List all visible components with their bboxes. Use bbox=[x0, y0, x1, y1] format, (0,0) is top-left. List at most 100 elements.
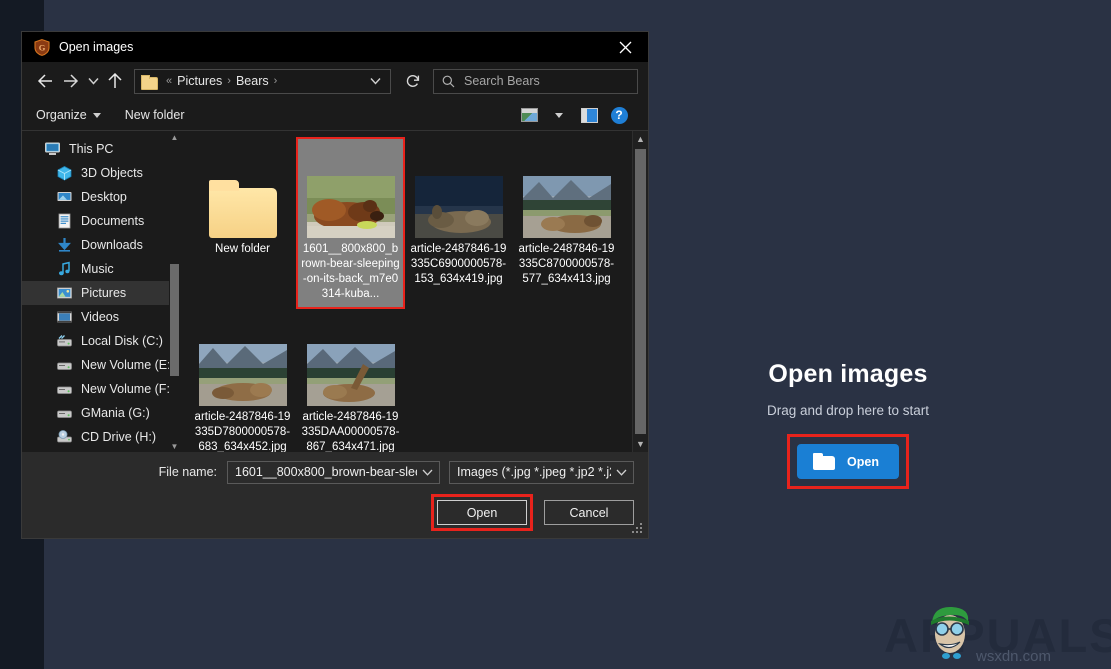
image-thumbnail bbox=[303, 311, 398, 406]
open-button-label: Open bbox=[847, 454, 879, 469]
sidebar-item-3d-objects[interactable]: 3D Objects bbox=[22, 161, 170, 185]
sidebar-item-label: Videos bbox=[81, 310, 119, 324]
sidebar-item-label: Pictures bbox=[81, 286, 127, 300]
close-icon[interactable] bbox=[602, 32, 648, 62]
chevron-down-icon[interactable] bbox=[364, 77, 386, 85]
chevron-down-icon[interactable]: ▼ bbox=[633, 436, 648, 452]
file-type-select[interactable]: Images (*.jpg *.jpeg *.jp2 *.j2k * bbox=[449, 460, 634, 484]
sidebar-item-local-disk-c[interactable]: Local Disk (C:) bbox=[22, 329, 170, 353]
sidebar-item-label: GMania (G:) bbox=[81, 406, 150, 420]
dialog-title: Open images bbox=[59, 40, 134, 54]
sidebar-item-label: New Volume (F:) bbox=[81, 382, 175, 396]
sidebar-item-label: New Volume (E:) bbox=[81, 358, 175, 372]
help-icon[interactable]: ? bbox=[604, 101, 634, 129]
organize-menu[interactable]: Organize bbox=[36, 108, 111, 122]
image-thumbnail bbox=[411, 143, 506, 238]
back-button[interactable] bbox=[32, 68, 58, 94]
drive-icon bbox=[56, 357, 73, 373]
drop-hint-text: Drag and drop here to start bbox=[766, 403, 930, 418]
watermark-site: wsxdn.com bbox=[976, 648, 1052, 665]
list-item[interactable]: New folder bbox=[190, 139, 295, 307]
downloads-icon bbox=[56, 237, 73, 253]
sidebar-item-label: Local Disk (C:) bbox=[81, 334, 163, 348]
list-item[interactable]: article-2487846-19335D7800000578-683_634… bbox=[190, 307, 295, 452]
resize-grip-icon[interactable] bbox=[632, 523, 644, 535]
open-button-highlight: Open bbox=[787, 434, 909, 489]
sidebar-item-gmania-g[interactable]: GMania (G:) bbox=[22, 401, 170, 425]
address-bar[interactable]: « Pictures › Bears › bbox=[134, 68, 391, 94]
filename-label: File name: bbox=[158, 465, 217, 479]
navpane-scrollbar[interactable]: ▲ ▼ bbox=[169, 131, 180, 452]
chevron-down-icon[interactable] bbox=[417, 469, 437, 476]
file-list-scrollbar[interactable]: ▲ ▼ bbox=[632, 131, 648, 452]
drop-panel: Open images Drag and drop here to start … bbox=[648, 360, 1048, 489]
refresh-icon[interactable] bbox=[399, 69, 427, 94]
sidebar-item-downloads[interactable]: Downloads bbox=[22, 233, 170, 257]
sidebar-item-desktop[interactable]: Desktop bbox=[22, 185, 170, 209]
list-item-selected[interactable]: 1601__800x800_brown-bear-sleeping-on-its… bbox=[296, 137, 405, 309]
file-type-value: Images (*.jpg *.jpeg *.jp2 *.j2k * bbox=[457, 465, 611, 479]
recent-locations-icon[interactable] bbox=[84, 68, 102, 94]
folder-icon bbox=[195, 143, 290, 238]
chevron-right-icon: › bbox=[227, 75, 231, 87]
sidebar-item-documents[interactable]: Documents bbox=[22, 209, 170, 233]
svg-text:G: G bbox=[39, 42, 46, 52]
filename-value: 1601__800x800_brown-bear-sleeping· bbox=[235, 465, 417, 479]
sidebar-item-new-volume-e[interactable]: New Volume (E:) bbox=[22, 353, 175, 377]
list-item[interactable]: article-2487846-19335C6900000578-153_634… bbox=[406, 139, 511, 307]
sidebar-item-label: CD Drive (H:) bbox=[81, 430, 156, 444]
sidebar-item-new-volume-f[interactable]: New Volume (F:) bbox=[22, 377, 174, 401]
chevron-down-icon bbox=[92, 112, 101, 118]
filename-row: File name: 1601__800x800_brown-bear-slee… bbox=[22, 452, 648, 492]
navigation-pane: This PC 3D Objects Desktop Documents Dow… bbox=[22, 131, 180, 452]
forward-button[interactable] bbox=[58, 68, 84, 94]
organize-label: Organize bbox=[36, 108, 87, 122]
file-list[interactable]: New folder 1601__800x800_brown-bear-slee… bbox=[180, 131, 648, 452]
sidebar-item-label: Documents bbox=[81, 214, 145, 228]
dialog-navigation-bar: « Pictures › Bears › Search Bears bbox=[22, 62, 648, 100]
list-item[interactable]: article-2487846-19335DAA00000578-867_634… bbox=[298, 307, 403, 452]
command-bar-right-group: ? bbox=[514, 101, 634, 129]
chevron-down-icon[interactable] bbox=[611, 469, 631, 476]
filename-input[interactable]: 1601__800x800_brown-bear-sleeping· bbox=[227, 460, 440, 484]
breadcrumb-pictures[interactable]: Pictures bbox=[177, 74, 222, 88]
chevron-right-icon: › bbox=[273, 75, 278, 87]
open-images-button[interactable]: Open bbox=[797, 444, 899, 479]
list-item[interactable]: article-2487846-19335C8700000578-577_634… bbox=[514, 139, 619, 307]
chevron-down-icon[interactable]: ▼ bbox=[169, 440, 180, 452]
sidebar-item-music[interactable]: Music bbox=[22, 257, 170, 281]
search-input[interactable]: Search Bears bbox=[433, 68, 638, 94]
sidebar-item-cd-drive-h[interactable]: CD Drive (H:) bbox=[22, 425, 170, 449]
up-button[interactable] bbox=[102, 68, 128, 94]
file-list-scroll-thumb[interactable] bbox=[635, 149, 646, 434]
disk-icon bbox=[56, 333, 73, 349]
sidebar-item-label: Downloads bbox=[81, 238, 143, 252]
folder-icon bbox=[141, 74, 158, 90]
page-title: Open images bbox=[768, 360, 928, 388]
dialog-titlebar: G Open images bbox=[22, 32, 648, 62]
chevron-up-icon[interactable]: ▲ bbox=[169, 131, 180, 143]
preview-pane-icon[interactable] bbox=[574, 101, 604, 129]
breadcrumb-bears[interactable]: Bears bbox=[236, 74, 269, 88]
sidebar-item-pictures[interactable]: Pictures bbox=[22, 281, 170, 305]
file-name-label: 1601__800x800_brown-bear-sleeping-on-its… bbox=[301, 243, 400, 300]
open-button[interactable]: Open bbox=[437, 500, 527, 525]
videos-icon bbox=[56, 309, 73, 325]
cancel-button[interactable]: Cancel bbox=[544, 500, 634, 525]
sidebar-item-label: Music bbox=[81, 262, 114, 276]
sidebar-item-this-pc[interactable]: This PC bbox=[22, 137, 170, 161]
thumbnail-view-icon[interactable] bbox=[514, 101, 544, 129]
dialog-buttons-row: Open Cancel bbox=[22, 494, 648, 531]
new-folder-button[interactable]: New folder bbox=[125, 108, 195, 122]
chevron-down-icon[interactable] bbox=[544, 101, 574, 129]
computer-icon bbox=[44, 141, 61, 157]
image-thumbnail bbox=[303, 143, 398, 238]
cube-icon bbox=[56, 165, 73, 181]
drive-icon bbox=[56, 405, 73, 421]
image-thumbnail bbox=[519, 143, 614, 238]
chevron-up-icon[interactable]: ▲ bbox=[633, 131, 648, 147]
navpane-scroll-thumb[interactable] bbox=[170, 264, 179, 376]
sidebar-item-videos[interactable]: Videos bbox=[22, 305, 170, 329]
folder-icon bbox=[813, 453, 836, 470]
breadcrumb-overflow[interactable]: « bbox=[161, 75, 177, 87]
